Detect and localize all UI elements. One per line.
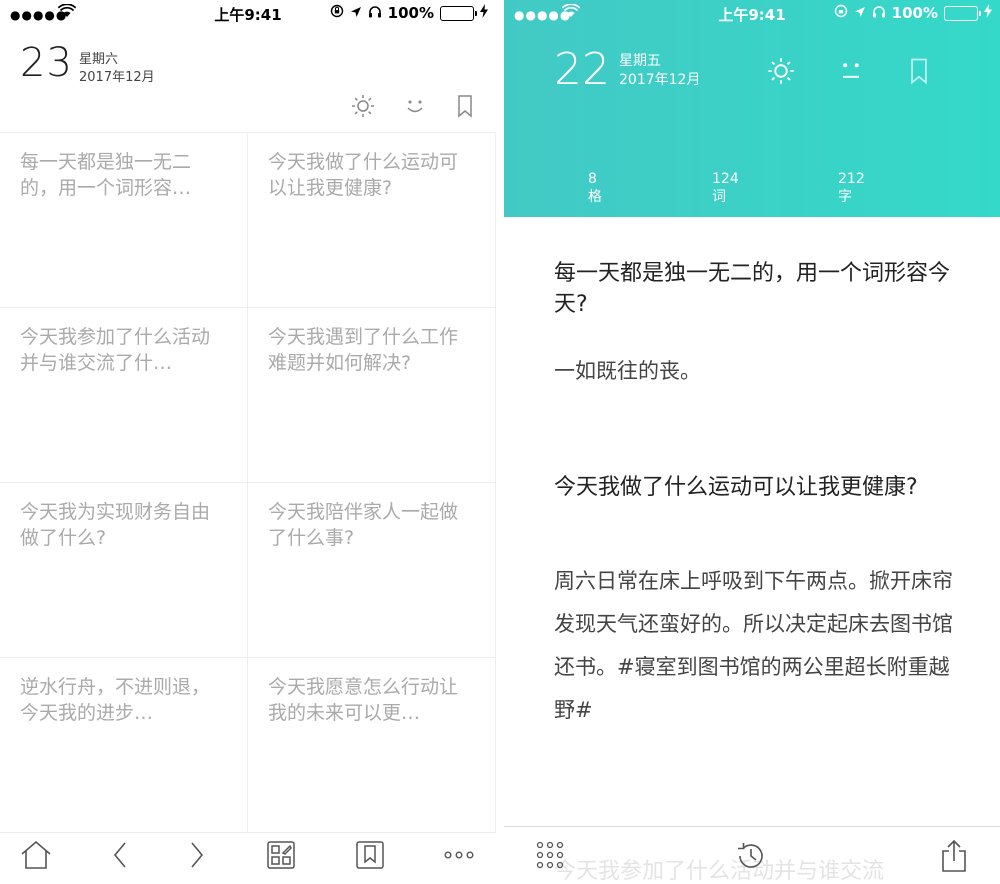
entry-question: 每一天都是独一无二的，用一个词形容今天? [554,261,951,317]
stat-grids: 8 格 [588,170,602,206]
stat-unit: 格 [588,189,602,205]
bookmark-icon[interactable] [355,840,385,870]
prompt-cell[interactable]: 今天我做了什么运动可以让我更健康? [248,133,496,308]
charging-icon [984,4,992,22]
dot-grid-icon[interactable] [534,839,566,871]
bookmark-icon[interactable] [906,56,932,86]
next-entry-preview: 今天我参加了什么活动并与谁交流 [554,859,885,884]
header-actions [350,93,476,119]
stat-unit: 字 [838,189,852,205]
home-icon[interactable] [20,840,52,870]
date-day: 22 [554,44,610,95]
grid-edit-icon[interactable] [266,840,296,870]
prompt-cell[interactable]: 每一天都是独一无二的，用一个词形容… [0,133,248,308]
stat-value: 124 [712,171,739,187]
history-icon[interactable] [734,839,768,873]
smile-icon[interactable] [402,93,428,119]
status-bar: ●●●●● 上午9:41 100% [0,0,496,28]
stat-value: 212 [838,171,865,187]
day-detail-screen: ●●●●● 上午9:41 100% 22 星期五 2017年12月 8 格 12… [504,0,1000,884]
prompt-grid: 每一天都是独一无二的，用一个词形容… 今天我做了什么运动可以让我更健康? 今天我… [0,132,496,833]
headphones-icon [872,4,886,22]
prompt-text: 今天我参加了什么活动并与谁交流了什… [20,326,211,374]
more-icon[interactable] [444,850,474,860]
prompt-text: 每一天都是独一无二的，用一个词形容… [20,151,192,199]
entry-question: 今天我做了什么运动可以让我更健康? [554,475,918,500]
prompt-text: 今天我愿意怎么行动让我的未来可以更… [268,676,459,724]
prompt-cell[interactable]: 今天我愿意怎么行动让我的未来可以更… [248,658,496,833]
date-month: 2017年12月 [79,70,155,85]
day-grid-screen: ●●●●● 上午9:41 100% 23 星期六 2017年12月 每一天都是独… [0,0,496,884]
prompt-cell[interactable]: 今天我参加了什么活动并与谁交流了什… [0,308,248,483]
status-bar: ●●●●● 上午9:41 100% [504,0,1000,28]
battery-icon [944,5,981,21]
entry-answer[interactable]: 一如既往的丧。 [554,350,701,393]
bookmark-icon[interactable] [454,93,476,119]
prompt-text: 今天我为实现财务自由做了什么? [20,501,211,549]
stat-unit: 词 [712,189,726,205]
stat-chars: 212 字 [838,170,865,206]
prompt-cell[interactable]: 今天我遇到了什么工作难题并如何解决? [248,308,496,483]
location-icon [350,4,362,22]
detail-header: ●●●●● 上午9:41 100% 22 星期五 2017年12月 8 格 12… [504,0,1000,217]
battery-percent: 100% [387,4,434,22]
prompt-text: 逆水行舟，不进则退，今天我的进步… [20,676,211,724]
orientation-lock-icon [834,4,848,22]
prompt-cell[interactable]: 逆水行舟，不进则退，今天我的进步… [0,658,248,833]
neutral-face-icon[interactable] [836,56,866,86]
battery-icon [440,5,477,21]
header-actions [766,56,932,86]
orientation-lock-icon [330,4,344,22]
prompt-cell[interactable]: 今天我为实现财务自由做了什么? [0,483,248,658]
stat-value: 8 [588,171,597,187]
bottom-toolbar [0,826,496,884]
location-icon [854,4,866,22]
prompt-text: 今天我遇到了什么工作难题并如何解决? [268,326,459,374]
headphones-icon [368,4,382,22]
date-weekday: 星期六 [79,52,119,67]
prompt-text: 今天我陪伴家人一起做了什么事? [268,501,459,549]
date-month: 2017年12月 [619,72,701,88]
sun-icon[interactable] [350,93,376,119]
bottom-toolbar: 今天我参加了什么活动并与谁交流 [504,826,1000,884]
date-day: 23 [20,40,73,86]
battery-percent: 100% [891,4,938,22]
back-icon[interactable] [111,840,129,870]
charging-icon [480,4,488,22]
entry-answer[interactable]: 周六日常在床上呼吸到下午两点。掀开床帘发现天气还蛮好的。所以决定起床去图书馆还书… [554,560,954,732]
sun-icon[interactable] [766,56,796,86]
prompt-cell[interactable]: 今天我陪伴家人一起做了什么事? [248,483,496,658]
share-icon[interactable] [940,839,968,873]
stat-words: 124 词 [712,170,739,206]
prompt-text: 今天我做了什么运动可以让我更健康? [268,151,459,199]
screen-divider [496,0,504,884]
date-weekday: 星期五 [619,53,661,69]
forward-icon[interactable] [188,840,206,870]
